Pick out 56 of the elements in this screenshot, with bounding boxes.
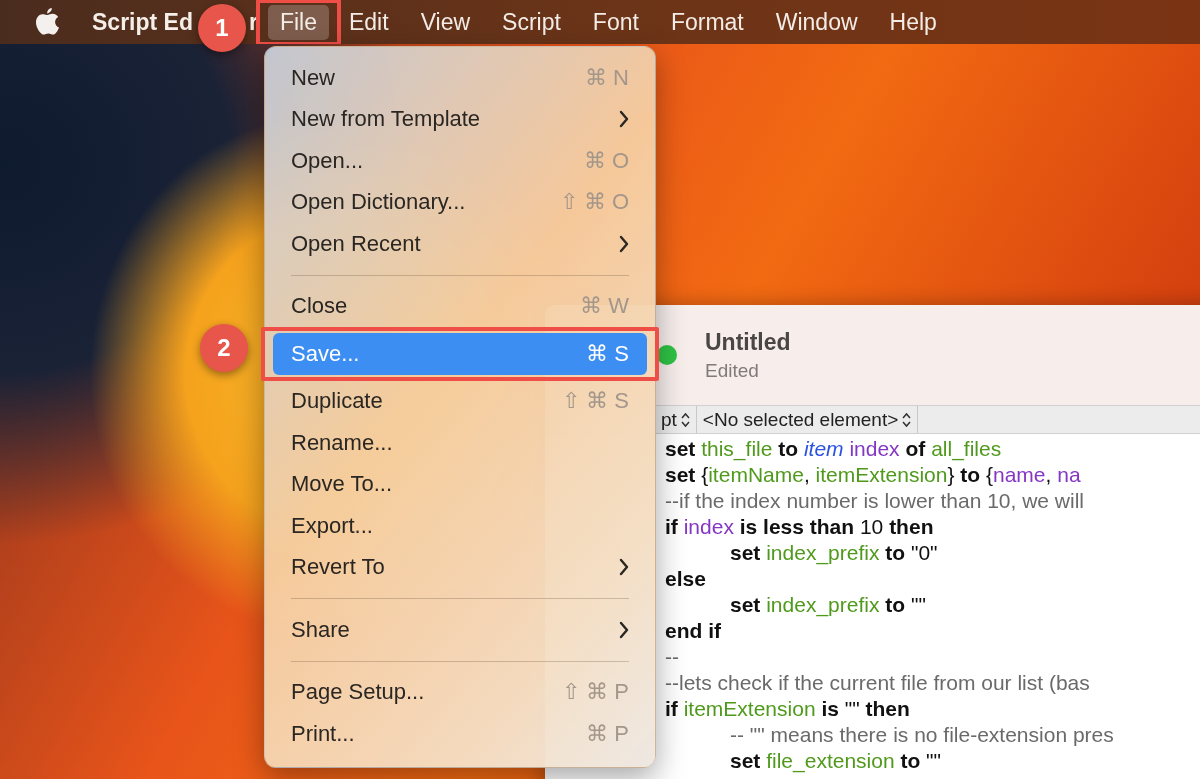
code-line: if index is less than 10 then xyxy=(665,514,935,540)
menu-bar-item[interactable]: Script xyxy=(490,4,573,40)
menu-item[interactable]: New ⌘ N xyxy=(273,57,647,99)
menu-bar-item[interactable]: View xyxy=(408,4,483,40)
menu-item[interactable]: Duplicate ⇧ ⌘ S xyxy=(273,380,647,422)
code-line: -- "" means there is no file-extension pres xyxy=(729,722,1115,748)
code-line: set this_file to item index of all_files xyxy=(665,436,1003,462)
chevron-right-icon xyxy=(619,620,629,639)
keyboard-shortcut: ⇧ ⌘ S xyxy=(562,388,629,415)
up-down-chevron-icon xyxy=(680,411,690,428)
keyboard-shortcut: ⌘ O xyxy=(583,147,629,174)
menu-item[interactable]: Close ⌘ W xyxy=(273,285,647,327)
menu-bar-item[interactable]: Format xyxy=(658,4,756,40)
code-line: set index_prefix to "0" xyxy=(729,540,939,566)
step-number-badge: 2 xyxy=(200,324,248,372)
menu-item[interactable]: Open Dictionary... ⇧ ⌘ O xyxy=(273,181,647,223)
window-subtitle: Edited xyxy=(705,359,760,382)
code-line: -- xyxy=(665,644,680,670)
keyboard-shortcut: ⌘ S xyxy=(586,340,629,367)
zoom-window-button[interactable] xyxy=(657,345,677,365)
menu-bar-item[interactable]: File xyxy=(267,4,329,40)
menu-item[interactable]: Share xyxy=(273,609,647,651)
menu-item[interactable]: Revert To xyxy=(273,546,647,588)
keyboard-shortcut: ⌘ N xyxy=(585,64,629,91)
menu-item[interactable]: Open Recent xyxy=(273,223,647,265)
menu-item[interactable]: Export... xyxy=(273,505,647,547)
code-line: end if xyxy=(665,618,722,644)
window-title: Untitled xyxy=(705,328,791,356)
code-line: set index_prefix to "" xyxy=(729,592,927,618)
chevron-right-icon xyxy=(619,558,629,577)
chevron-right-icon xyxy=(619,110,629,129)
menu-item[interactable]: Open... ⌘ O xyxy=(273,140,647,182)
menu-bar-item[interactable]: Window xyxy=(763,4,870,40)
menu-bar-item[interactable]: Edit xyxy=(337,4,401,40)
menu-bar-item[interactable]: Font xyxy=(580,4,651,40)
menu-item[interactable]: New from Template xyxy=(273,98,647,140)
keyboard-shortcut: ⌘ P xyxy=(586,720,629,747)
code-line: if itemExtension is "" then xyxy=(665,696,911,722)
keyboard-shortcut: ⇧ ⌘ P xyxy=(562,679,629,706)
apple-logo-icon[interactable] xyxy=(34,7,60,37)
menu-item[interactable]: Move To... xyxy=(273,463,647,505)
menu-item[interactable]: Page Setup... ⇧ ⌘ P xyxy=(273,671,647,713)
menu-item[interactable]: Rename... xyxy=(273,422,647,464)
code-line: set {itemName, itemExtension} to {name, na xyxy=(665,462,1082,488)
app-name[interactable]: Script Ed xyxy=(92,8,193,36)
code-line: else xyxy=(665,566,707,592)
code-line: set file_extension to "" xyxy=(729,748,943,774)
code-line: --if the index number is lower than 10, we will xyxy=(665,488,1085,514)
menu-bar-item[interactable]: Help xyxy=(877,4,949,40)
chevron-right-icon xyxy=(619,234,629,253)
code-line: --lets check if the current file from our list (bas xyxy=(665,670,1091,696)
keyboard-shortcut: ⌘ W xyxy=(580,293,629,320)
keyboard-shortcut: ⇧ ⌘ O xyxy=(559,189,629,216)
popup-menu[interactable]: <No selected element> xyxy=(696,406,919,433)
menu-item[interactable]: Print... ⌘ P xyxy=(273,713,647,755)
up-down-chevron-icon xyxy=(902,411,912,428)
